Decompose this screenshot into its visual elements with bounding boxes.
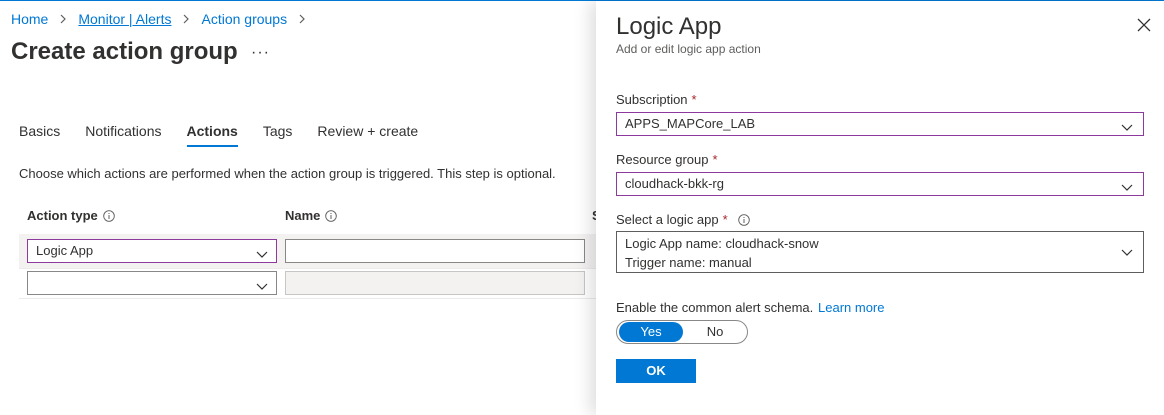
action-type-value: Logic App (36, 243, 94, 258)
breadcrumb-action-groups[interactable]: Action groups (201, 11, 287, 27)
tab-actions[interactable]: Actions (186, 123, 239, 147)
logic-app-dropdown[interactable]: Logic App name: cloudhack-snow Trigger n… (616, 231, 1144, 273)
ok-button[interactable]: OK (616, 359, 696, 383)
resource-group-value: cloudhack-bkk-rg (625, 176, 724, 191)
chevron-right-icon (179, 12, 193, 26)
tab-tags[interactable]: Tags (263, 123, 293, 147)
chevron-down-icon (1121, 178, 1133, 191)
info-icon[interactable] (325, 209, 338, 222)
schema-label: Enable the common alert schema. (616, 300, 814, 315)
required-mark: * (722, 212, 728, 227)
label-text: Resource group (616, 152, 709, 167)
chevron-down-icon (1121, 246, 1133, 258)
action-name-input[interactable] (285, 239, 585, 263)
label-text: Subscription (616, 92, 688, 107)
column-label: Action type (27, 208, 98, 223)
tab-bar: Basics Notifications Actions Tags Review… (19, 123, 443, 147)
action-type-dropdown-empty[interactable] (27, 271, 277, 295)
action-type-dropdown[interactable]: Logic App (27, 239, 277, 263)
subscription-value: APPS_MAPCore_LAB (625, 116, 756, 131)
toggle-no[interactable]: No (683, 321, 747, 343)
trigger-name: Trigger name: manual (625, 255, 752, 270)
tab-notifications[interactable]: Notifications (85, 123, 161, 147)
chevron-down-icon (256, 277, 268, 290)
column-header-action-type: Action type (27, 208, 115, 223)
column-label: Name (285, 208, 321, 223)
logic-app-name: Logic App name: cloudhack-snow (625, 236, 819, 251)
close-icon[interactable] (1137, 18, 1151, 32)
tab-review-create[interactable]: Review + create (317, 123, 418, 147)
subscription-label: Subscription * (616, 92, 697, 107)
breadcrumb: Home Monitor | Alerts Action groups (11, 11, 317, 27)
resource-group-dropdown[interactable]: cloudhack-bkk-rg (616, 172, 1144, 196)
chevron-down-icon (1121, 118, 1133, 131)
required-mark: * (691, 92, 697, 107)
chevron-right-icon (295, 12, 309, 26)
panel-subtitle: Add or edit logic app action (616, 42, 761, 56)
panel-title: Logic App (616, 13, 722, 40)
more-icon[interactable]: ··· (251, 44, 270, 62)
action-name-input-disabled (285, 271, 585, 295)
breadcrumb-home[interactable]: Home (11, 11, 48, 27)
learn-more-link[interactable]: Learn more (818, 300, 884, 315)
chevron-down-icon (256, 245, 268, 258)
required-mark: * (712, 152, 718, 167)
page-title: Create action group (11, 38, 238, 65)
info-icon[interactable] (737, 213, 750, 226)
logic-app-panel: Logic App Add or edit logic app action S… (596, 1, 1164, 415)
logic-app-label: Select a logic app * (616, 212, 750, 227)
common-alert-schema-toggle[interactable]: Yes No (616, 320, 748, 344)
subscription-dropdown[interactable]: APPS_MAPCore_LAB (616, 112, 1144, 136)
breadcrumb-monitor-alerts[interactable]: Monitor | Alerts (78, 11, 171, 27)
row-divider (19, 268, 596, 269)
chevron-right-icon (56, 12, 70, 26)
row-divider (19, 298, 596, 299)
tab-basics[interactable]: Basics (19, 123, 60, 147)
actions-description: Choose which actions are performed when … (19, 166, 556, 181)
resource-group-label: Resource group * (616, 152, 718, 167)
label-text: Select a logic app (616, 212, 719, 227)
column-header-name: Name (285, 208, 338, 223)
info-icon[interactable] (103, 209, 115, 222)
toggle-yes[interactable]: Yes (619, 322, 683, 342)
